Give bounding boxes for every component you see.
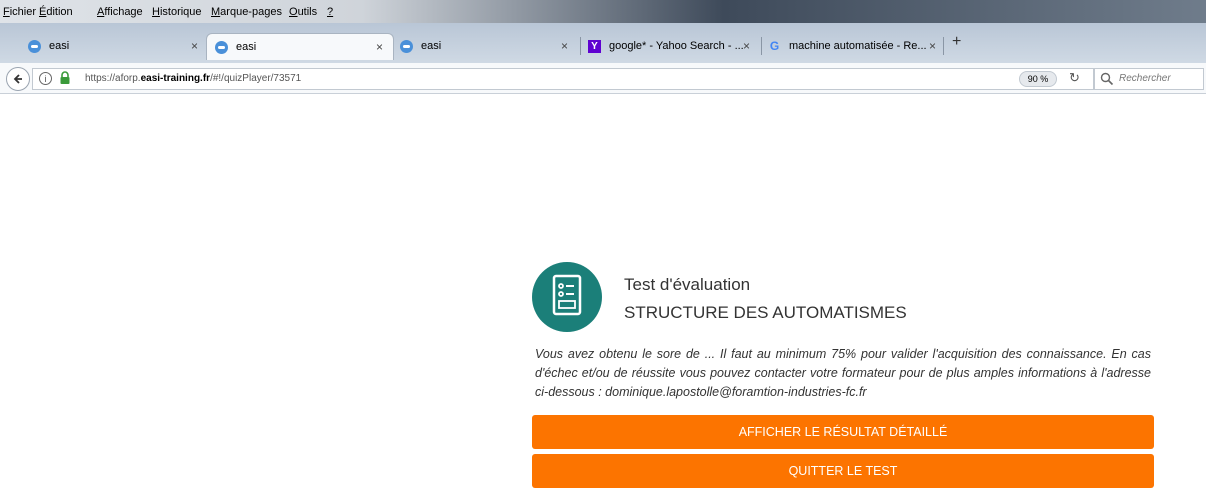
- quiz-document-icon: [532, 262, 602, 332]
- reload-icon[interactable]: ↻: [1069, 70, 1080, 86]
- url-bar[interactable]: i https://aforp.easi-training.fr/#!/quiz…: [32, 68, 1094, 90]
- show-detailed-result-button[interactable]: AFFICHER LE RÉSULTAT DÉTAILLÉ: [532, 415, 1154, 449]
- easi-icon: [400, 39, 413, 53]
- tab-separator: [580, 37, 581, 55]
- search-icon: [1100, 72, 1114, 86]
- tab-easi-1[interactable]: easi ×: [28, 33, 208, 59]
- close-icon[interactable]: ×: [743, 39, 750, 53]
- easi-icon: [215, 40, 228, 54]
- search-input[interactable]: Rechercher: [1094, 68, 1204, 90]
- quiz-subtitle: STRUCTURE DES AUTOMATISMES: [624, 303, 907, 322]
- tab-easi-active[interactable]: easi ×: [206, 33, 394, 60]
- quit-test-button[interactable]: QUITTER LE TEST: [532, 454, 1154, 488]
- result-message: Vous avez obtenu le sore de ... Il faut …: [535, 347, 1151, 399]
- quiz-title: Test d'évaluation: [624, 275, 751, 294]
- tab-easi-3[interactable]: easi ×: [400, 33, 578, 59]
- easi-icon: [28, 39, 41, 53]
- menu-outils[interactable]: Outils: [289, 6, 317, 18]
- menu-historique[interactable]: Historique: [152, 6, 202, 18]
- nav-bar: i https://aforp.easi-training.fr/#!/quiz…: [0, 63, 1206, 94]
- menu-bar: Fichier Édition Affichage Historique Mar…: [0, 0, 1206, 23]
- new-tab-button[interactable]: +: [952, 33, 961, 51]
- menu-fichier[interactable]: Fichier: [3, 6, 36, 18]
- close-icon[interactable]: ×: [376, 40, 383, 54]
- tab-strip: easi × easi × easi × Y google* - Yahoo S…: [0, 23, 1206, 63]
- tab-separator: [761, 37, 762, 55]
- tab-google-search[interactable]: G machine automatisée - Re... ×: [768, 33, 946, 59]
- tab-separator: [943, 37, 944, 55]
- zoom-level-badge[interactable]: 90 %: [1019, 71, 1057, 87]
- close-icon[interactable]: ×: [929, 39, 936, 53]
- info-icon[interactable]: i: [39, 72, 52, 85]
- lock-icon[interactable]: [59, 71, 71, 85]
- menu-affichage[interactable]: Affichage: [97, 6, 143, 18]
- yahoo-icon: Y: [588, 39, 601, 53]
- arrow-left-icon: [13, 74, 22, 84]
- menu-marque-pages[interactable]: Marque-pages: [211, 6, 282, 18]
- close-icon[interactable]: ×: [561, 39, 568, 53]
- url-text[interactable]: https://aforp.easi-training.fr/#!/quizPl…: [85, 73, 301, 84]
- back-button[interactable]: [6, 67, 30, 91]
- menu-edition[interactable]: Édition: [39, 6, 73, 18]
- menu-help[interactable]: ?: [327, 6, 333, 18]
- google-icon: G: [769, 39, 780, 53]
- close-icon[interactable]: ×: [191, 39, 198, 53]
- tab-yahoo-search[interactable]: Y google* - Yahoo Search - ... ×: [588, 33, 760, 59]
